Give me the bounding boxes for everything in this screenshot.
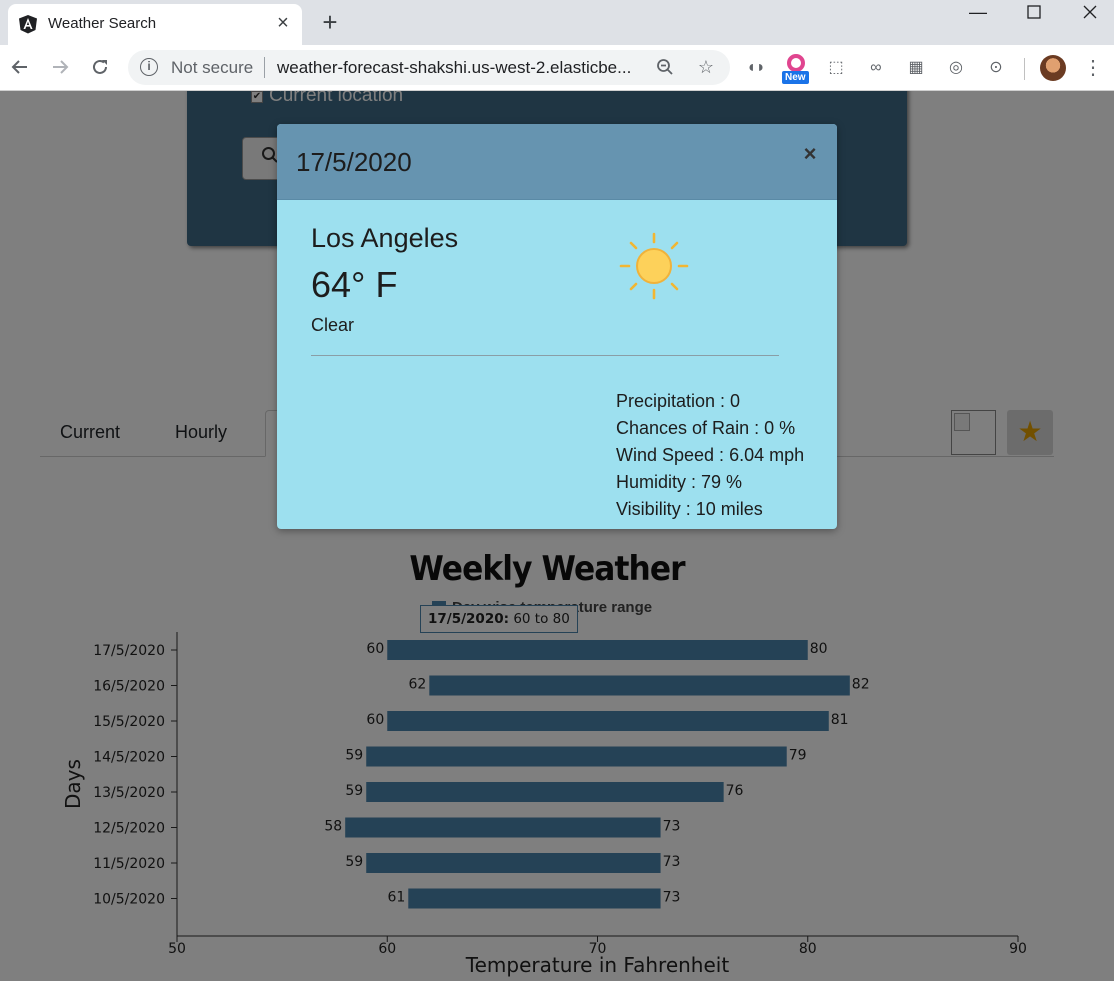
read-aloud-extension-icon[interactable]: ◖◗ xyxy=(745,57,767,79)
angular-logo-icon xyxy=(19,15,37,34)
url-text[interactable]: weather-forecast-shakshi.us-west-2.elast… xyxy=(277,58,631,78)
rain-chance: Chances of Rain : 0 % xyxy=(616,418,796,438)
code-extension-icon[interactable]: ⊙ xyxy=(985,57,1007,79)
precipitation: Precipitation : 0 xyxy=(616,391,741,411)
tab-close-icon[interactable]: × xyxy=(272,12,294,34)
grid-extension-icon[interactable]: ▦ xyxy=(905,57,927,79)
visibility: Visibility : 10 miles xyxy=(616,499,763,519)
info-icon[interactable]: i xyxy=(140,58,158,76)
target-extension-icon[interactable]: ◎ xyxy=(945,57,967,79)
window-close-icon[interactable] xyxy=(1062,0,1114,28)
browser-tab[interactable]: Weather Search × xyxy=(8,4,302,45)
browser-tabstrip: Weather Search × + — xyxy=(0,0,1114,45)
city-name: Los Angeles xyxy=(311,223,459,253)
weather-details: Precipitation : 0 Chances of Rain : 0 % … xyxy=(616,388,804,523)
menu-kebab-icon[interactable]: ⋮ xyxy=(1083,55,1103,81)
weather-detail-modal: 17/5/2020 × Los Angeles 64° F Clear Prec… xyxy=(277,124,837,529)
address-bar[interactable]: i Not secure weather-forecast-shakshi.us… xyxy=(128,50,730,85)
modal-header: 17/5/2020 × xyxy=(277,124,837,200)
temperature: 64° F xyxy=(311,264,397,306)
humidity: Humidity : 79 % xyxy=(616,472,743,492)
modal-divider xyxy=(311,355,779,356)
toolbar-divider xyxy=(1024,58,1025,80)
minimize-icon[interactable]: — xyxy=(950,0,1006,28)
tab-title: Weather Search xyxy=(48,15,157,32)
glasses-extension-icon[interactable]: ∞ xyxy=(865,57,887,79)
modal-date-title: 17/5/2020 xyxy=(296,147,412,177)
screenshot-extension-icon[interactable]: ⬚ xyxy=(825,57,847,79)
wind-speed: Wind Speed : 6.04 mph xyxy=(616,445,805,465)
profile-avatar[interactable] xyxy=(1040,55,1066,81)
omnibox-divider xyxy=(264,57,265,78)
zoom-out-icon[interactable] xyxy=(654,56,676,78)
temperature-value: 64 xyxy=(311,264,352,305)
extension-new-badge: New xyxy=(782,71,809,84)
security-label[interactable]: Not secure xyxy=(171,58,253,78)
back-arrow-icon[interactable] xyxy=(6,53,34,81)
forward-arrow-icon[interactable] xyxy=(46,53,74,81)
weather-condition: Clear xyxy=(311,315,355,335)
browser-toolbar: i Not secure weather-forecast-shakshi.us… xyxy=(0,45,1114,91)
bookmark-star-icon[interactable]: ☆ xyxy=(695,56,717,78)
reload-icon[interactable] xyxy=(86,53,114,81)
temperature-unit: ° F xyxy=(351,264,398,305)
sun-icon xyxy=(619,232,689,300)
modal-close-icon[interactable]: × xyxy=(800,142,820,166)
maximize-icon[interactable] xyxy=(1006,0,1062,28)
new-tab-icon[interactable]: + xyxy=(316,9,344,37)
